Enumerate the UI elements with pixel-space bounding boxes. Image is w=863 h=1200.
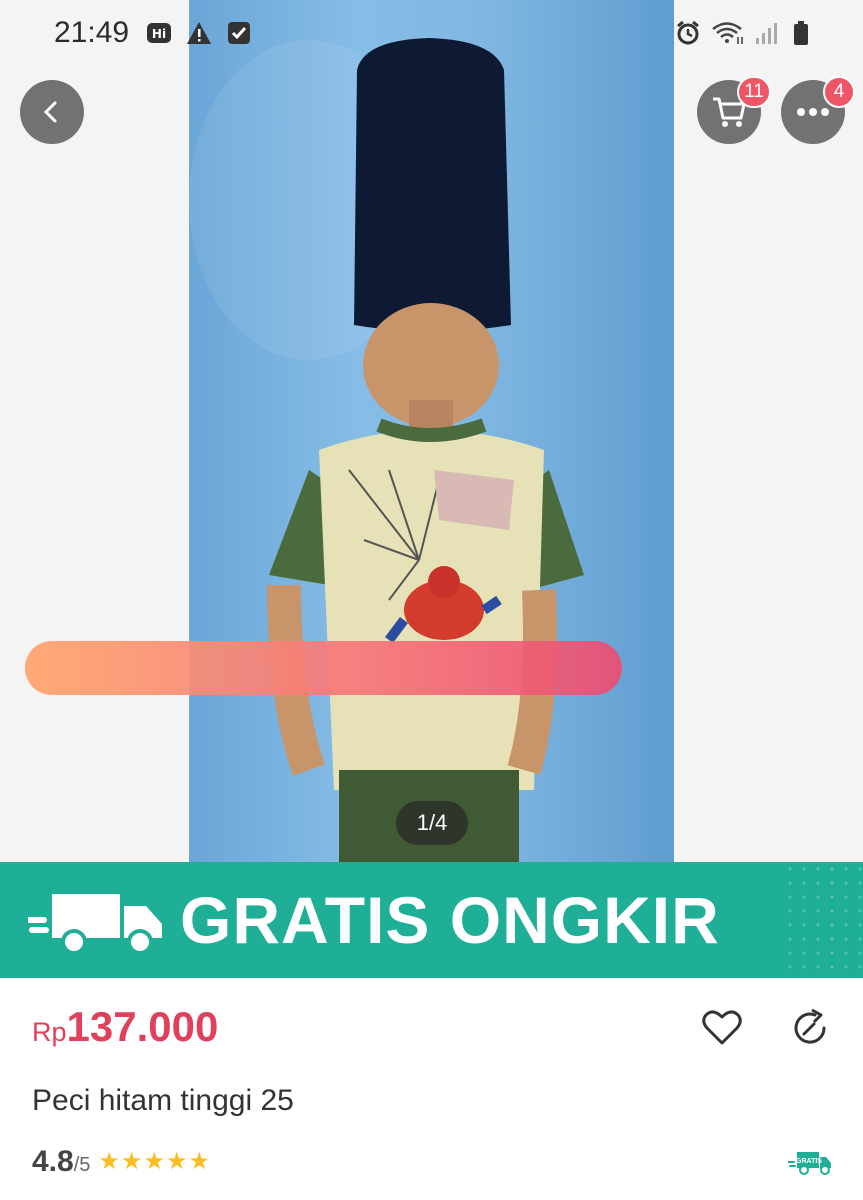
product-photo-illustration <box>189 38 584 862</box>
star-icon: ★ <box>165 1148 189 1175</box>
delivery-truck-icon <box>28 894 162 955</box>
star-icon: ★ <box>188 1148 211 1175</box>
battery-icon <box>794 21 808 45</box>
more-options-button[interactable]: 4 <box>781 76 855 144</box>
image-counter: 1/4 <box>396 801 468 845</box>
free-shipping-text: GRATIS ONGKIR <box>180 883 720 957</box>
more-options-badge: 4 <box>823 76 855 108</box>
warning-icon <box>187 22 211 44</box>
star-icon: ★ <box>98 1148 121 1175</box>
banner-dot-pattern <box>783 862 863 978</box>
price-amount: 137.000 <box>66 1003 219 1050</box>
wishlist-heart-icon[interactable] <box>701 1007 743 1049</box>
hi-icon: Hi <box>147 23 171 43</box>
status-time: 21:49 <box>54 16 130 49</box>
rating-value: 4.8 <box>32 1145 74 1178</box>
signal-icon <box>756 23 777 44</box>
wifi-icon <box>712 22 743 44</box>
back-button[interactable] <box>20 80 84 144</box>
rating-scale: /5 <box>73 1154 91 1176</box>
free-shipping-mini-icon: GRATIS <box>788 1152 831 1175</box>
more-dots-icon <box>797 108 829 116</box>
product-title: Peci hitam tinggi 25 <box>32 1084 294 1117</box>
check-icon <box>228 22 250 44</box>
alarm-icon <box>677 20 699 45</box>
cart-button[interactable]: 11 <box>697 76 771 144</box>
star-icon: ★ <box>143 1148 166 1175</box>
star-icon: ★ <box>120 1148 144 1175</box>
gratis-mini-label: GRATIS <box>796 1158 822 1165</box>
loading-progress-bar <box>25 641 622 695</box>
rating-stars: ★★★★★ <box>98 1147 211 1176</box>
price-currency: Rp <box>32 1017 67 1047</box>
status-bar: 21:49 Hi <box>0 0 863 70</box>
product-rating[interactable]: 4.8/5 ★★★★★ <box>32 1145 211 1179</box>
product-price: Rp137.000 <box>32 1003 218 1051</box>
svg-text:Hi: Hi <box>152 27 166 41</box>
cart-badge: 11 <box>737 76 771 108</box>
share-icon[interactable] <box>790 1007 832 1049</box>
product-photo[interactable] <box>189 0 674 862</box>
back-chevron-icon <box>43 101 57 123</box>
free-shipping-banner: GRATIS ONGKIR <box>0 862 863 978</box>
